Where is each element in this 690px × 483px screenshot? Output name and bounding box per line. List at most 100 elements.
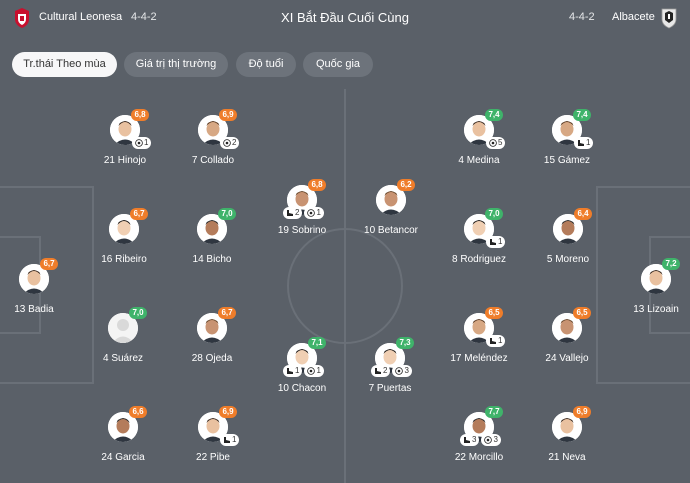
boot-icon — [463, 436, 471, 444]
goal-badge: 5 — [486, 137, 506, 149]
badge-count: 2 — [295, 208, 300, 217]
player-event-badges: 1 — [132, 137, 152, 149]
assist-badge: 2 — [371, 365, 391, 377]
away-player-card[interactable]: 6,9 21 Neva — [512, 406, 622, 482]
goal-badge: 2 — [220, 137, 240, 149]
goal-badge: 1 — [304, 207, 324, 219]
player-name: 7 Puertas — [368, 383, 412, 394]
home-player-card[interactable]: 6,9 7 Collado 2 — [158, 109, 268, 185]
player-rating: 7,3 — [396, 337, 414, 349]
player-rating: 7,0 — [129, 307, 147, 319]
boot-icon — [286, 367, 294, 375]
tab-age[interactable]: Độ tuổi — [236, 52, 296, 77]
away-player-card[interactable]: 7,3 7 Puertas 2 3 — [335, 337, 445, 413]
lineup-header: Cultural Leonesa 4-4-2 XI Bắt Đầu Cuối C… — [0, 0, 690, 40]
away-player-card[interactable]: 7,4 15 Gámez 1 — [512, 109, 622, 185]
player-name: 22 Pibe — [196, 452, 230, 463]
assist-badge: 1 — [220, 434, 240, 446]
boot-icon — [286, 209, 294, 217]
player-event-badges: 5 — [486, 137, 506, 149]
away-team-name[interactable]: Albacete — [612, 11, 655, 23]
badge-count: 1 — [316, 366, 321, 375]
player-rating: 6,7 — [40, 258, 58, 270]
goal-badge: 1 — [132, 137, 152, 149]
player-event-badges: 23 — [371, 365, 412, 377]
badge-count: 1 — [232, 435, 237, 444]
player-rating: 7,2 — [662, 258, 680, 270]
ball-icon — [135, 139, 143, 147]
home-player-card[interactable]: 7,0 14 Bicho — [157, 208, 267, 284]
tab-market-value[interactable]: Giá trị thị trường — [124, 52, 228, 77]
player-rating: 6,9 — [573, 406, 591, 418]
ball-icon — [307, 209, 316, 217]
albacete-crest-icon — [661, 8, 677, 29]
badge-count: 3 — [404, 366, 409, 375]
player-rating: 6,4 — [574, 208, 592, 220]
assist-badge: 1 — [486, 236, 506, 248]
player-event-badges: 1 — [486, 236, 506, 248]
boot-icon — [489, 238, 497, 246]
boot-icon — [577, 139, 585, 147]
badge-count: 1 — [498, 237, 503, 246]
player-rating: 7,4 — [485, 109, 503, 121]
player-name: 14 Bicho — [192, 254, 232, 265]
assist-badge: 2 — [283, 207, 303, 219]
ball-icon — [307, 367, 316, 375]
tab-nationality[interactable]: Quốc gia — [303, 52, 373, 77]
badge-count: 3 — [493, 435, 498, 444]
ball-icon — [395, 367, 404, 375]
player-rating: 6,9 — [219, 406, 237, 418]
pitch: 6,8 21 Hinojo 1 6,9 7 Collado 2 6,8 19 Sobrino 2… — [0, 89, 690, 483]
player-event-badges: 1 — [486, 335, 506, 347]
player-name: 24 Vallejo — [545, 353, 589, 364]
player-rating: 6,8 — [131, 109, 149, 121]
player-name: 15 Gámez — [543, 155, 591, 166]
ball-icon — [223, 139, 231, 147]
tab-season-form[interactable]: Tr.thái Theo mùa — [12, 52, 117, 77]
player-rating: 6,2 — [397, 179, 415, 191]
badge-count: 1 — [316, 208, 321, 217]
away-formation: 4-4-2 — [569, 11, 595, 23]
badge-count: 1 — [144, 138, 149, 147]
player-event-badges: 21 — [283, 207, 324, 219]
badge-count: 2 — [232, 138, 237, 147]
player-name: 21 Neva — [548, 452, 586, 463]
assist-badge: 1 — [283, 365, 303, 377]
ball-icon — [489, 139, 497, 147]
goal-badge: 3 — [392, 365, 412, 377]
boot-icon — [489, 337, 497, 345]
player-event-badges: 1 — [220, 434, 240, 446]
goal-badge: 1 — [304, 365, 324, 377]
badge-count: 2 — [383, 366, 388, 375]
player-rating: 6,6 — [129, 406, 147, 418]
boot-icon — [374, 367, 382, 375]
player-event-badges: 2 — [220, 137, 240, 149]
assist-badge: 1 — [574, 137, 594, 149]
ball-icon — [484, 436, 493, 444]
badge-count: 5 — [498, 138, 503, 147]
home-player-card[interactable]: 6,9 22 Pibe 1 — [158, 406, 268, 482]
player-rating: 7,1 — [308, 337, 326, 349]
badge-count: 1 — [586, 138, 591, 147]
away-player-card[interactable]: 6,5 24 Vallejo — [512, 307, 622, 383]
player-rating: 6,5 — [573, 307, 591, 319]
player-event-badges: 11 — [283, 365, 324, 377]
goal-badge: 3 — [481, 434, 501, 446]
player-rating: 7,0 — [218, 208, 236, 220]
player-rating: 6,5 — [485, 307, 503, 319]
player-rating: 6,9 — [219, 109, 237, 121]
player-event-badges: 33 — [460, 434, 501, 446]
player-name: 7 Collado — [191, 155, 235, 166]
boot-icon — [223, 436, 231, 444]
assist-badge: 1 — [486, 335, 506, 347]
badge-count: 1 — [498, 336, 503, 345]
badge-count: 3 — [472, 435, 477, 444]
player-rating: 7,7 — [485, 406, 503, 418]
player-rating: 7,4 — [573, 109, 591, 121]
badge-count: 1 — [295, 366, 300, 375]
player-rating: 6,7 — [218, 307, 236, 319]
assist-badge: 3 — [460, 434, 480, 446]
player-rating: 6,7 — [130, 208, 148, 220]
player-rating: 6,8 — [308, 179, 326, 191]
player-rating: 7,0 — [485, 208, 503, 220]
